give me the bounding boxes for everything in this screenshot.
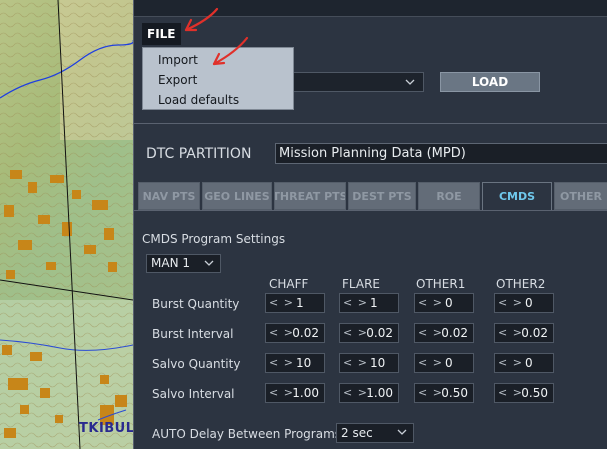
- stepper-arrows-icon[interactable]: < >: [269, 296, 294, 309]
- chevron-down-icon: [397, 429, 407, 435]
- partition-select[interactable]: Mission Planning Data (MPD): [275, 143, 607, 164]
- stepper-arrows-icon[interactable]: < >: [498, 296, 523, 309]
- burst-interval-other2-stepper[interactable]: < >0.02: [494, 323, 554, 343]
- auto-delay-label: AUTO Delay Between Programs: [152, 427, 342, 441]
- terrain-map: [0, 0, 133, 449]
- stepper-value: 0: [525, 356, 533, 370]
- stepper-arrows-icon[interactable]: < >: [343, 386, 368, 399]
- stepper-value: 1.00: [292, 386, 319, 400]
- burst-interval-chaff-stepper[interactable]: < >0.02: [265, 323, 325, 343]
- tab-other[interactable]: OTHER: [554, 182, 607, 210]
- tab-underline: [134, 210, 607, 211]
- stepper-arrows-icon[interactable]: < >: [343, 296, 368, 309]
- load-button[interactable]: LOAD: [440, 72, 540, 92]
- auto-delay-select[interactable]: 2 sec: [336, 423, 414, 443]
- stepper-value: 0: [445, 356, 453, 370]
- tab-nav-pts[interactable]: NAV PTS: [138, 182, 200, 210]
- stepper-arrows-icon[interactable]: < >: [269, 356, 294, 369]
- tab-bar: NAV PTS GEO LINES THREAT PTS DEST PTS RO…: [138, 182, 607, 210]
- auto-delay-value: 2 sec: [341, 426, 373, 440]
- burst-interval-flare-stepper[interactable]: < >0.02: [339, 323, 399, 343]
- stepper-value: 0.02: [521, 326, 548, 340]
- stepper-arrows-icon[interactable]: < >: [269, 326, 294, 339]
- stepper-value: 0.02: [441, 326, 468, 340]
- stepper-value: 0.50: [521, 386, 548, 400]
- stepper-arrows-icon[interactable]: < >: [418, 386, 443, 399]
- stepper-value: 0.50: [441, 386, 468, 400]
- stepper-arrows-icon[interactable]: < >: [418, 296, 443, 309]
- stepper-value: 1.00: [366, 386, 393, 400]
- row-label-salvo-interval: Salvo Interval: [152, 387, 235, 401]
- burst-quantity-other2-stepper[interactable]: < >0: [494, 293, 554, 313]
- stepper-arrows-icon[interactable]: < >: [343, 326, 368, 339]
- row-label-salvo-quantity: Salvo Quantity: [152, 357, 241, 371]
- salvo-interval-other1-stepper[interactable]: < >0.50: [414, 383, 474, 403]
- column-header-flare: FLARE: [342, 277, 380, 291]
- map-view[interactable]: TKIBUL: [0, 0, 133, 449]
- salvo-quantity-chaff-stepper[interactable]: < >10: [265, 353, 325, 373]
- stepper-value: 0: [525, 296, 533, 310]
- burst-quantity-other1-stepper[interactable]: < >0: [414, 293, 474, 313]
- stepper-value: 0.02: [292, 326, 319, 340]
- menu-item-load-defaults[interactable]: Load defaults: [158, 93, 239, 107]
- burst-interval-other1-stepper[interactable]: < >0.02: [414, 323, 474, 343]
- stepper-arrows-icon[interactable]: < >: [498, 386, 523, 399]
- salvo-quantity-other2-stepper[interactable]: < >0: [494, 353, 554, 373]
- stepper-arrows-icon[interactable]: < >: [498, 326, 523, 339]
- salvo-quantity-other1-stepper[interactable]: < >0: [414, 353, 474, 373]
- program-value: MAN 1: [151, 256, 190, 270]
- annotation-arrows: [184, 7, 249, 66]
- stepper-value: 0: [445, 296, 453, 310]
- map-place-label: TKIBUL: [79, 421, 133, 436]
- program-select[interactable]: MAN 1: [146, 254, 221, 273]
- column-header-chaff: CHAFF: [269, 277, 309, 291]
- salvo-quantity-flare-stepper[interactable]: < >10: [339, 353, 399, 373]
- menu-item-export[interactable]: Export: [158, 73, 197, 87]
- burst-quantity-chaff-stepper[interactable]: < >1: [265, 293, 325, 313]
- stepper-value: 1: [296, 296, 304, 310]
- stepper-value: 0.02: [366, 326, 393, 340]
- column-header-other1: OTHER1: [416, 277, 466, 291]
- salvo-interval-chaff-stepper[interactable]: < >1.00: [265, 383, 325, 403]
- row-label-burst-quantity: Burst Quantity: [152, 297, 240, 311]
- chevron-down-icon: [204, 260, 214, 266]
- divider: [134, 123, 607, 124]
- tab-cmds[interactable]: CMDS: [482, 182, 552, 210]
- tab-roe[interactable]: ROE: [418, 182, 480, 210]
- stepper-arrows-icon[interactable]: < >: [498, 356, 523, 369]
- stepper-arrows-icon[interactable]: < >: [418, 356, 443, 369]
- stepper-arrows-icon[interactable]: < >: [343, 356, 368, 369]
- tab-dest-pts[interactable]: DEST PTS: [348, 182, 416, 210]
- stepper-value: 10: [296, 356, 312, 370]
- stepper-arrows-icon[interactable]: < >: [418, 326, 443, 339]
- chevron-down-icon: [405, 79, 415, 85]
- salvo-interval-flare-stepper[interactable]: < >1.00: [339, 383, 399, 403]
- tab-threat-pts[interactable]: THREAT PTS: [274, 182, 346, 210]
- burst-quantity-flare-stepper[interactable]: < >1: [339, 293, 399, 313]
- tab-geo-lines[interactable]: GEO LINES: [202, 182, 272, 210]
- stepper-value: 1: [370, 296, 378, 310]
- partition-label: DTC PARTITION: [146, 146, 252, 162]
- stepper-arrows-icon[interactable]: < >: [269, 386, 294, 399]
- salvo-interval-other2-stepper[interactable]: < >0.50: [494, 383, 554, 403]
- column-header-other2: OTHER2: [496, 277, 546, 291]
- stepper-value: 10: [370, 356, 386, 370]
- arrow-to-import-icon: [212, 36, 249, 66]
- row-label-burst-interval: Burst Interval: [152, 327, 234, 341]
- cmds-section-title: CMDS Program Settings: [142, 232, 286, 246]
